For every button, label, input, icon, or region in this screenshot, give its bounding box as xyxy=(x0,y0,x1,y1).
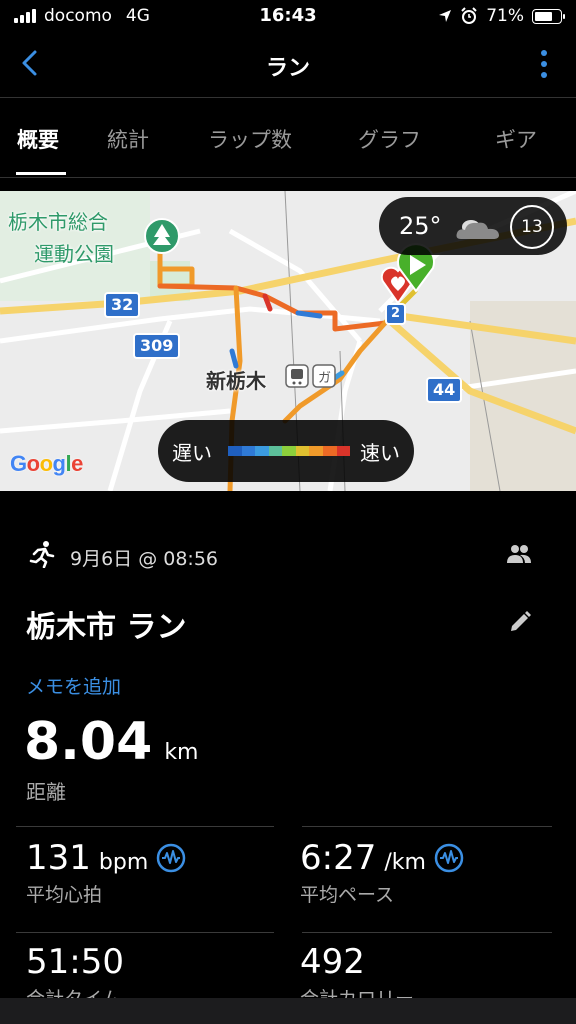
tab-laps[interactable]: ラップ数 xyxy=(208,124,292,154)
status-bar: docomo 4G 16:43 71% xyxy=(0,0,576,34)
wind-speed-icon: 13 xyxy=(510,205,554,249)
station-label: 新栃木 xyxy=(206,369,266,393)
temperature: 25° xyxy=(399,212,442,240)
stat-unit: /km xyxy=(384,850,426,875)
speed-color-segment xyxy=(322,446,337,456)
road-badge-32: 32 xyxy=(104,292,141,318)
page-title: ラン xyxy=(265,56,310,81)
tab-bar: 概要 統計 ラップ数 グラフ ギア xyxy=(0,98,576,178)
road-badge-2: 2 xyxy=(385,303,407,325)
stat-avg-pace: 6:27 /km 平均ペース xyxy=(300,838,464,907)
tab-graph[interactable]: グラフ xyxy=(358,124,421,154)
speed-legend: 遅い 速い xyxy=(158,420,414,482)
weather-badge: 25° 13 xyxy=(379,197,567,255)
stat-value: 131 xyxy=(26,838,91,878)
speed-color-segment xyxy=(228,446,242,456)
activity-info-row: 9月6日 @ 08:56 xyxy=(0,538,576,574)
stat-label: 平均ペース xyxy=(300,884,395,906)
alarm-icon xyxy=(461,7,477,24)
road-badge-44: 44 xyxy=(426,377,463,403)
add-memo-link[interactable]: メモを追加 xyxy=(26,672,121,699)
heart-rate-wave-icon[interactable] xyxy=(156,843,186,873)
distance-value-row: 8.04 km xyxy=(24,712,198,772)
stat-avg-heart-rate: 131 bpm 平均心拍 xyxy=(26,838,186,907)
park-pin-icon xyxy=(144,218,180,254)
google-logo: Google xyxy=(10,451,83,476)
stat-value: 492 xyxy=(300,942,365,982)
status-right: 71% xyxy=(438,6,565,26)
cloud-icon xyxy=(456,220,499,239)
activity-title: 栃木市 ラン xyxy=(26,610,187,645)
edit-pencil-icon[interactable] xyxy=(508,610,532,634)
tab-overview[interactable]: 概要 xyxy=(17,124,59,154)
distance-value: 8.04 xyxy=(24,712,153,772)
speed-gradient-bar xyxy=(228,446,351,456)
people-icon[interactable] xyxy=(506,544,532,564)
speed-slow-label: 遅い xyxy=(172,441,212,465)
distance-label: 距離 xyxy=(26,780,66,804)
speed-color-segment xyxy=(336,446,351,456)
tab-gear[interactable]: ギア xyxy=(495,124,537,154)
stat-value: 6:27 xyxy=(300,838,377,878)
activity-date: 9月6日 @ 08:56 xyxy=(70,548,219,570)
running-icon xyxy=(29,541,55,568)
divider xyxy=(302,826,552,827)
bottom-toolbar xyxy=(0,998,576,1024)
park-label-line1: 栃木市総合 xyxy=(8,210,108,234)
speed-color-segment xyxy=(268,446,283,456)
svg-text:ガ: ガ xyxy=(318,371,331,386)
speed-color-segment xyxy=(295,446,310,456)
speed-color-segment xyxy=(309,446,323,456)
tab-stats[interactable]: 統計 xyxy=(107,124,149,154)
nav-bar: ラン xyxy=(0,34,576,98)
speed-color-segment xyxy=(282,446,296,456)
pace-wave-icon[interactable] xyxy=(434,843,464,873)
stat-label: 平均心拍 xyxy=(26,884,103,906)
active-tab-indicator xyxy=(16,172,66,175)
divider xyxy=(16,826,274,827)
battery-icon xyxy=(532,8,565,24)
location-arrow-icon xyxy=(439,10,452,22)
park-label-line2: 運動公園 xyxy=(34,242,114,266)
stat-unit: bpm xyxy=(98,850,149,875)
stat-value: 51:50 xyxy=(26,942,124,982)
route-map[interactable]: ガ 栃木市総合 運動公園 新栃木 32 309 44 2 Google 25° … xyxy=(0,191,576,491)
distance-unit: km xyxy=(164,740,199,765)
divider xyxy=(16,932,274,933)
road-badge-309: 309 xyxy=(133,333,181,359)
speed-color-segment xyxy=(255,446,269,456)
more-options-icon[interactable] xyxy=(536,48,552,80)
divider xyxy=(302,932,552,933)
battery-percent: 71% xyxy=(486,6,524,26)
speed-color-segment xyxy=(241,446,256,456)
speed-fast-label: 速い xyxy=(360,441,400,465)
